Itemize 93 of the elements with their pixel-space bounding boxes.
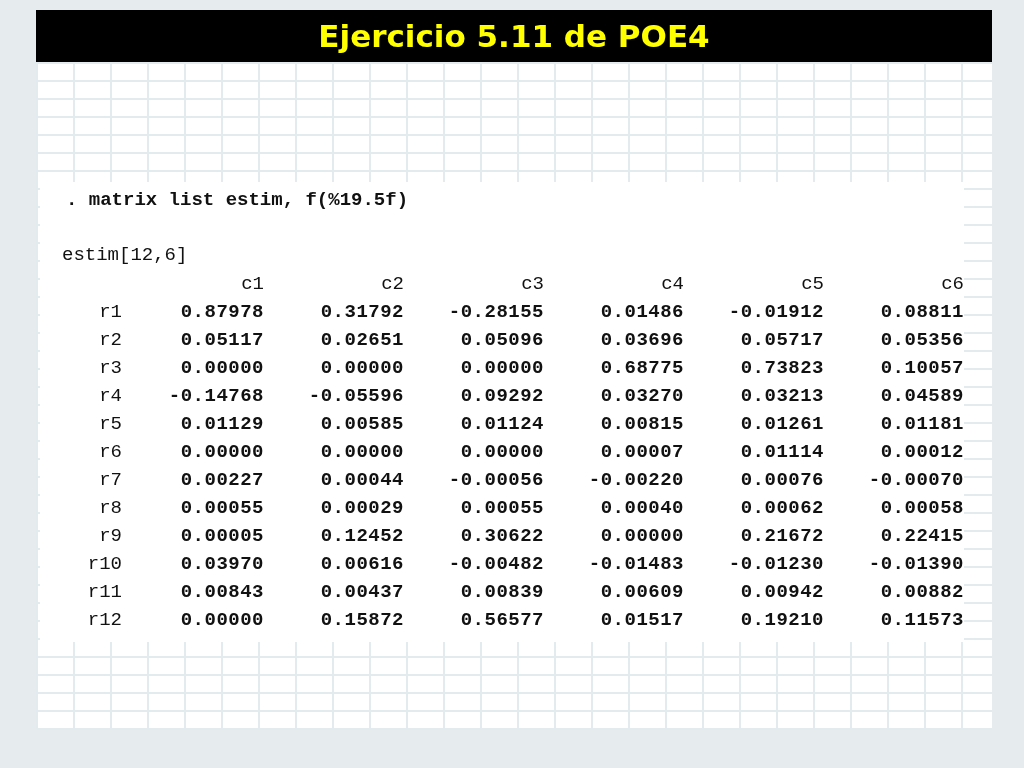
- table-cell: 0.01181: [880, 413, 964, 435]
- table-cell: 0.04589: [880, 385, 964, 407]
- table-cell: 0.00007: [600, 441, 684, 463]
- table-cell: 0.02651: [320, 329, 404, 351]
- table-cell: 0.01517: [600, 609, 684, 631]
- table-cell: 0.87978: [180, 301, 264, 323]
- table-cell: 0.00843: [180, 581, 264, 603]
- table-cell: 0.00040: [600, 497, 684, 519]
- table-cell: 0.00000: [180, 441, 264, 463]
- row-label: r2: [99, 329, 123, 351]
- table-cell: -0.00056: [448, 469, 544, 491]
- command-line: . matrix list estim, f(%19.5f): [65, 188, 410, 213]
- row-label: r10: [87, 553, 123, 575]
- table-cell: 0.00815: [600, 413, 684, 435]
- table-cell: 0.00000: [460, 441, 544, 463]
- table-cell: 0.22415: [880, 525, 964, 547]
- table-cell: 0.00882: [880, 581, 964, 603]
- table-cell: 0.05117: [180, 329, 264, 351]
- table-cell: 0.00044: [320, 469, 404, 491]
- row-label: r12: [87, 609, 123, 631]
- table-cell: 0.09292: [460, 385, 544, 407]
- table-cell: 0.00437: [320, 581, 404, 603]
- table-cell: 0.00000: [320, 357, 404, 379]
- table-cell: 0.00062: [740, 497, 824, 519]
- row-label: r3: [99, 357, 123, 379]
- table-cell: -0.05596: [308, 385, 404, 407]
- table-cell: 0.05356: [880, 329, 964, 351]
- table-cell: 0.21672: [740, 525, 824, 547]
- table-cell: -0.00482: [448, 553, 544, 575]
- table-cell: 0.03270: [600, 385, 684, 407]
- table-cell: 0.00005: [180, 525, 264, 547]
- table-cell: 0.01486: [600, 301, 684, 323]
- table-cell: -0.01230: [728, 553, 824, 575]
- table-cell: 0.01114: [740, 441, 824, 463]
- table-cell: 0.00000: [600, 525, 684, 547]
- column-header: c2: [381, 273, 404, 295]
- column-header: c4: [661, 273, 684, 295]
- table-cell: 0.73823: [740, 357, 824, 379]
- table-cell: 0.31792: [320, 301, 404, 323]
- table-cell: 0.05096: [460, 329, 544, 351]
- table-cell: -0.01912: [728, 301, 824, 323]
- table-cell: 0.10057: [880, 357, 964, 379]
- table-cell: -0.01390: [868, 553, 964, 575]
- table-cell: 0.00000: [180, 357, 264, 379]
- matrix-name: estim[12,6]: [62, 243, 189, 268]
- table-cell: 0.00055: [180, 497, 264, 519]
- row-label: r11: [87, 581, 123, 603]
- column-header: c3: [521, 273, 544, 295]
- table-cell: -0.01483: [588, 553, 684, 575]
- table-cell: -0.14768: [168, 385, 264, 407]
- column-header: c1: [241, 273, 264, 295]
- table-cell: -0.00070: [868, 469, 964, 491]
- row-label: r7: [99, 469, 123, 491]
- table-cell: 0.00227: [180, 469, 264, 491]
- slide-title: Ejercicio 5.11 de POE4: [318, 18, 710, 54]
- table-cell: 0.56577: [460, 609, 544, 631]
- table-cell: 0.00942: [740, 581, 824, 603]
- row-label: r6: [99, 441, 123, 463]
- table-cell: 0.00000: [320, 441, 404, 463]
- row-label: r8: [99, 497, 123, 519]
- table-cell: 0.00000: [460, 357, 544, 379]
- table-cell: 0.01261: [740, 413, 824, 435]
- row-label: r4: [99, 385, 123, 407]
- table-cell: 0.00585: [320, 413, 404, 435]
- table-cell: -0.00220: [588, 469, 684, 491]
- row-label: r1: [99, 301, 123, 323]
- table-cell: 0.00055: [460, 497, 544, 519]
- column-header: c6: [941, 273, 964, 295]
- table-cell: 0.03696: [600, 329, 684, 351]
- table-cell: 0.30622: [460, 525, 544, 547]
- row-label: r5: [99, 413, 123, 435]
- table-cell: 0.19210: [740, 609, 824, 631]
- table-cell: 0.00839: [460, 581, 544, 603]
- table-cell: 0.15872: [320, 609, 404, 631]
- row-label: r9: [99, 525, 123, 547]
- table-cell: 0.12452: [320, 525, 404, 547]
- table-cell: 0.00616: [320, 553, 404, 575]
- table-cell: 0.03213: [740, 385, 824, 407]
- table-cell: 0.05717: [740, 329, 824, 351]
- table-cell: 0.00058: [880, 497, 964, 519]
- table-cell: 0.00029: [320, 497, 404, 519]
- table-cell: 0.00012: [880, 441, 964, 463]
- table-cell: 0.00076: [740, 469, 824, 491]
- table-cell: 0.03970: [180, 553, 264, 575]
- table-cell: 0.08811: [880, 301, 964, 323]
- table-cell: 0.00000: [180, 609, 264, 631]
- table-cell: 0.01124: [460, 413, 544, 435]
- column-header: c5: [801, 273, 824, 295]
- table-cell: 0.01129: [180, 413, 264, 435]
- table-cell: -0.28155: [448, 301, 544, 323]
- table-cell: 0.68775: [600, 357, 684, 379]
- table-cell: 0.00609: [600, 581, 684, 603]
- table-cell: 0.11573: [880, 609, 964, 631]
